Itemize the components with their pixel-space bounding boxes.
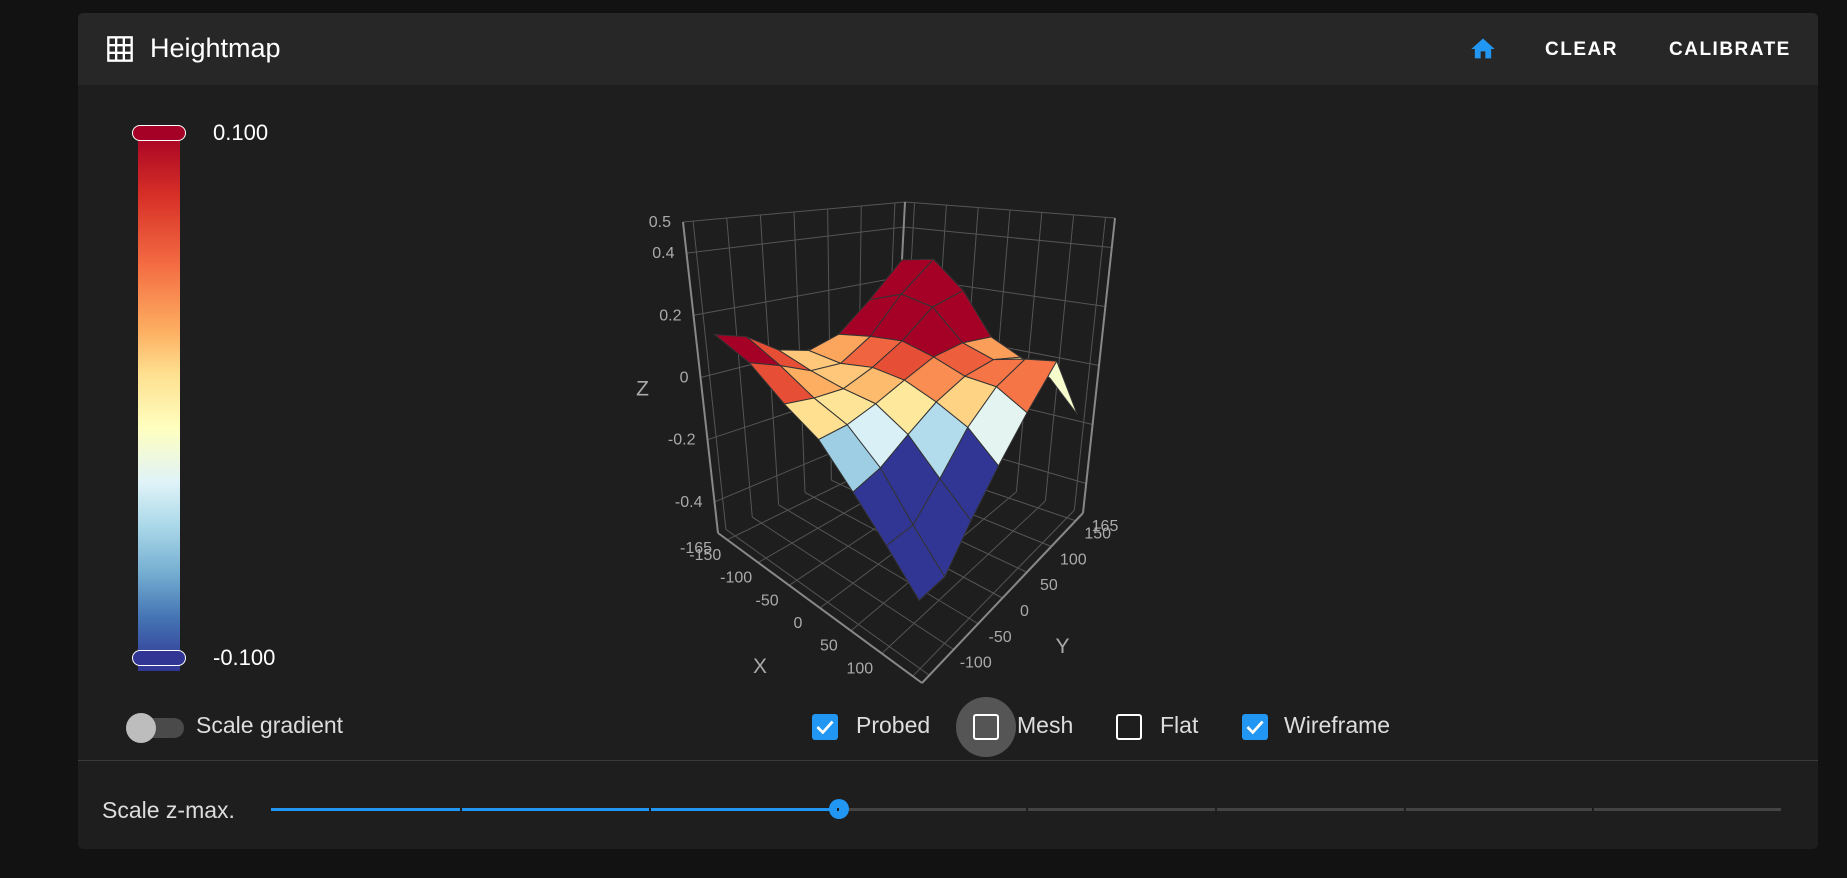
y-axis-title: Y (1055, 635, 1069, 658)
wireframe-label: Wireframe (1284, 712, 1391, 738)
heightmap-card: Heightmap CLEAR CALIBRATE 0.100 -0.100 0… (78, 13, 1818, 849)
wall-gridline (903, 226, 1112, 248)
z-tick-label: 0.5 (649, 214, 671, 231)
slider-tick (459, 808, 462, 811)
z-tick-label: -0.4 (675, 494, 703, 511)
scale-gradient-toggle-thumb[interactable] (126, 713, 156, 743)
x-axis-title: X (753, 655, 767, 678)
slider-tick (837, 808, 840, 811)
y-tick-label: 0 (1020, 603, 1029, 620)
x-tick-label: -100 (720, 570, 752, 587)
y-tick-label: 165 (1092, 518, 1119, 535)
z-tick-label: 0 (680, 370, 689, 387)
flat-checkbox[interactable] (1116, 714, 1142, 740)
slider-tick (648, 808, 651, 811)
mesh-checkbox[interactable] (973, 714, 999, 740)
z-tick-label: 0.2 (659, 307, 681, 324)
x-tick-label: 0 (794, 615, 803, 632)
z-tick-label: 0.4 (652, 245, 674, 262)
probed-label: Probed (856, 712, 931, 738)
x-tick-label: -150 (689, 547, 721, 564)
heightmap-3d-plot[interactable]: 0.50.40.20-0.2-0.4-165-150-100-50050100-… (78, 13, 1818, 713)
slider-tick (1403, 808, 1406, 811)
slider-tick (1214, 808, 1217, 811)
scale-zmax-slider[interactable] (271, 799, 1781, 819)
divider (78, 760, 1818, 761)
axis-line (1082, 217, 1116, 514)
y-tick-label: 50 (1040, 577, 1058, 594)
z-tick-label: -0.2 (668, 432, 696, 449)
flat-label: Flat (1160, 712, 1199, 738)
z-axis-title: Z (636, 378, 649, 401)
slider-tick (1026, 808, 1028, 811)
wireframe-checkbox[interactable] (1242, 714, 1268, 740)
scale-zmax-label: Scale z-max. (102, 797, 235, 823)
y-tick-label: -50 (989, 629, 1012, 646)
x-tick-label: 100 (846, 660, 873, 677)
slider-tick (1592, 808, 1595, 811)
x-tick-label: 50 (820, 638, 838, 655)
y-tick-label: 100 (1060, 551, 1087, 568)
probed-checkbox[interactable] (812, 714, 838, 740)
slider-fill (271, 808, 839, 811)
scale-gradient-label: Scale gradient (196, 712, 344, 738)
y-tick-label: -100 (960, 655, 992, 672)
x-tick-label: -50 (756, 592, 779, 609)
mesh-label: Mesh (1017, 712, 1074, 738)
